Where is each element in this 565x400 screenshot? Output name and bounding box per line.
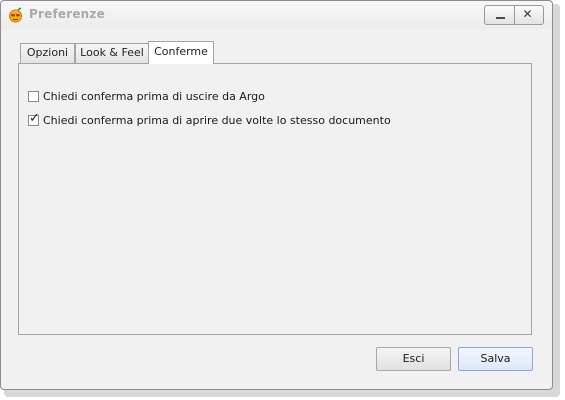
close-button[interactable]: ✕ bbox=[513, 6, 544, 24]
tab-conferme[interactable]: Conferme bbox=[148, 41, 214, 64]
window-title: Preferenze bbox=[29, 7, 105, 21]
tab-look-and-feel[interactable]: Look & Feel bbox=[75, 43, 149, 63]
confirm-exit-checkbox[interactable] bbox=[28, 90, 39, 102]
window-controls: ✕ bbox=[484, 5, 544, 25]
confirm-exit-option[interactable]: Chiedi conferma prima di uscire da Argo bbox=[28, 89, 265, 103]
minimize-button[interactable] bbox=[485, 6, 514, 24]
confirm-double-open-option[interactable]: ✓ Chiedi conferma prima di aprire due vo… bbox=[28, 110, 391, 127]
checkmark-icon: ✓ bbox=[29, 110, 40, 126]
title-bar[interactable]: Preferenze ✕ bbox=[1, 1, 552, 29]
close-icon: ✕ bbox=[522, 7, 533, 21]
tab-panel-conferme: Chiedi conferma prima di uscire da Argo … bbox=[18, 63, 532, 335]
minimize-icon bbox=[496, 17, 505, 19]
confirm-exit-label[interactable]: Chiedi conferma prima di uscire da Argo bbox=[43, 90, 265, 103]
confirm-double-open-label[interactable]: Chiedi conferma prima di aprire due volt… bbox=[43, 114, 391, 127]
confirm-double-open-checkbox[interactable]: ✓ bbox=[28, 110, 40, 126]
app-logo-icon bbox=[8, 7, 24, 23]
salva-button[interactable]: Salva bbox=[458, 347, 533, 371]
esci-button[interactable]: Esci bbox=[376, 347, 451, 371]
tab-opzioni[interactable]: Opzioni bbox=[20, 43, 75, 63]
preferences-dialog: Preferenze ✕ Opzioni Look & Feel Conferm… bbox=[0, 0, 553, 390]
